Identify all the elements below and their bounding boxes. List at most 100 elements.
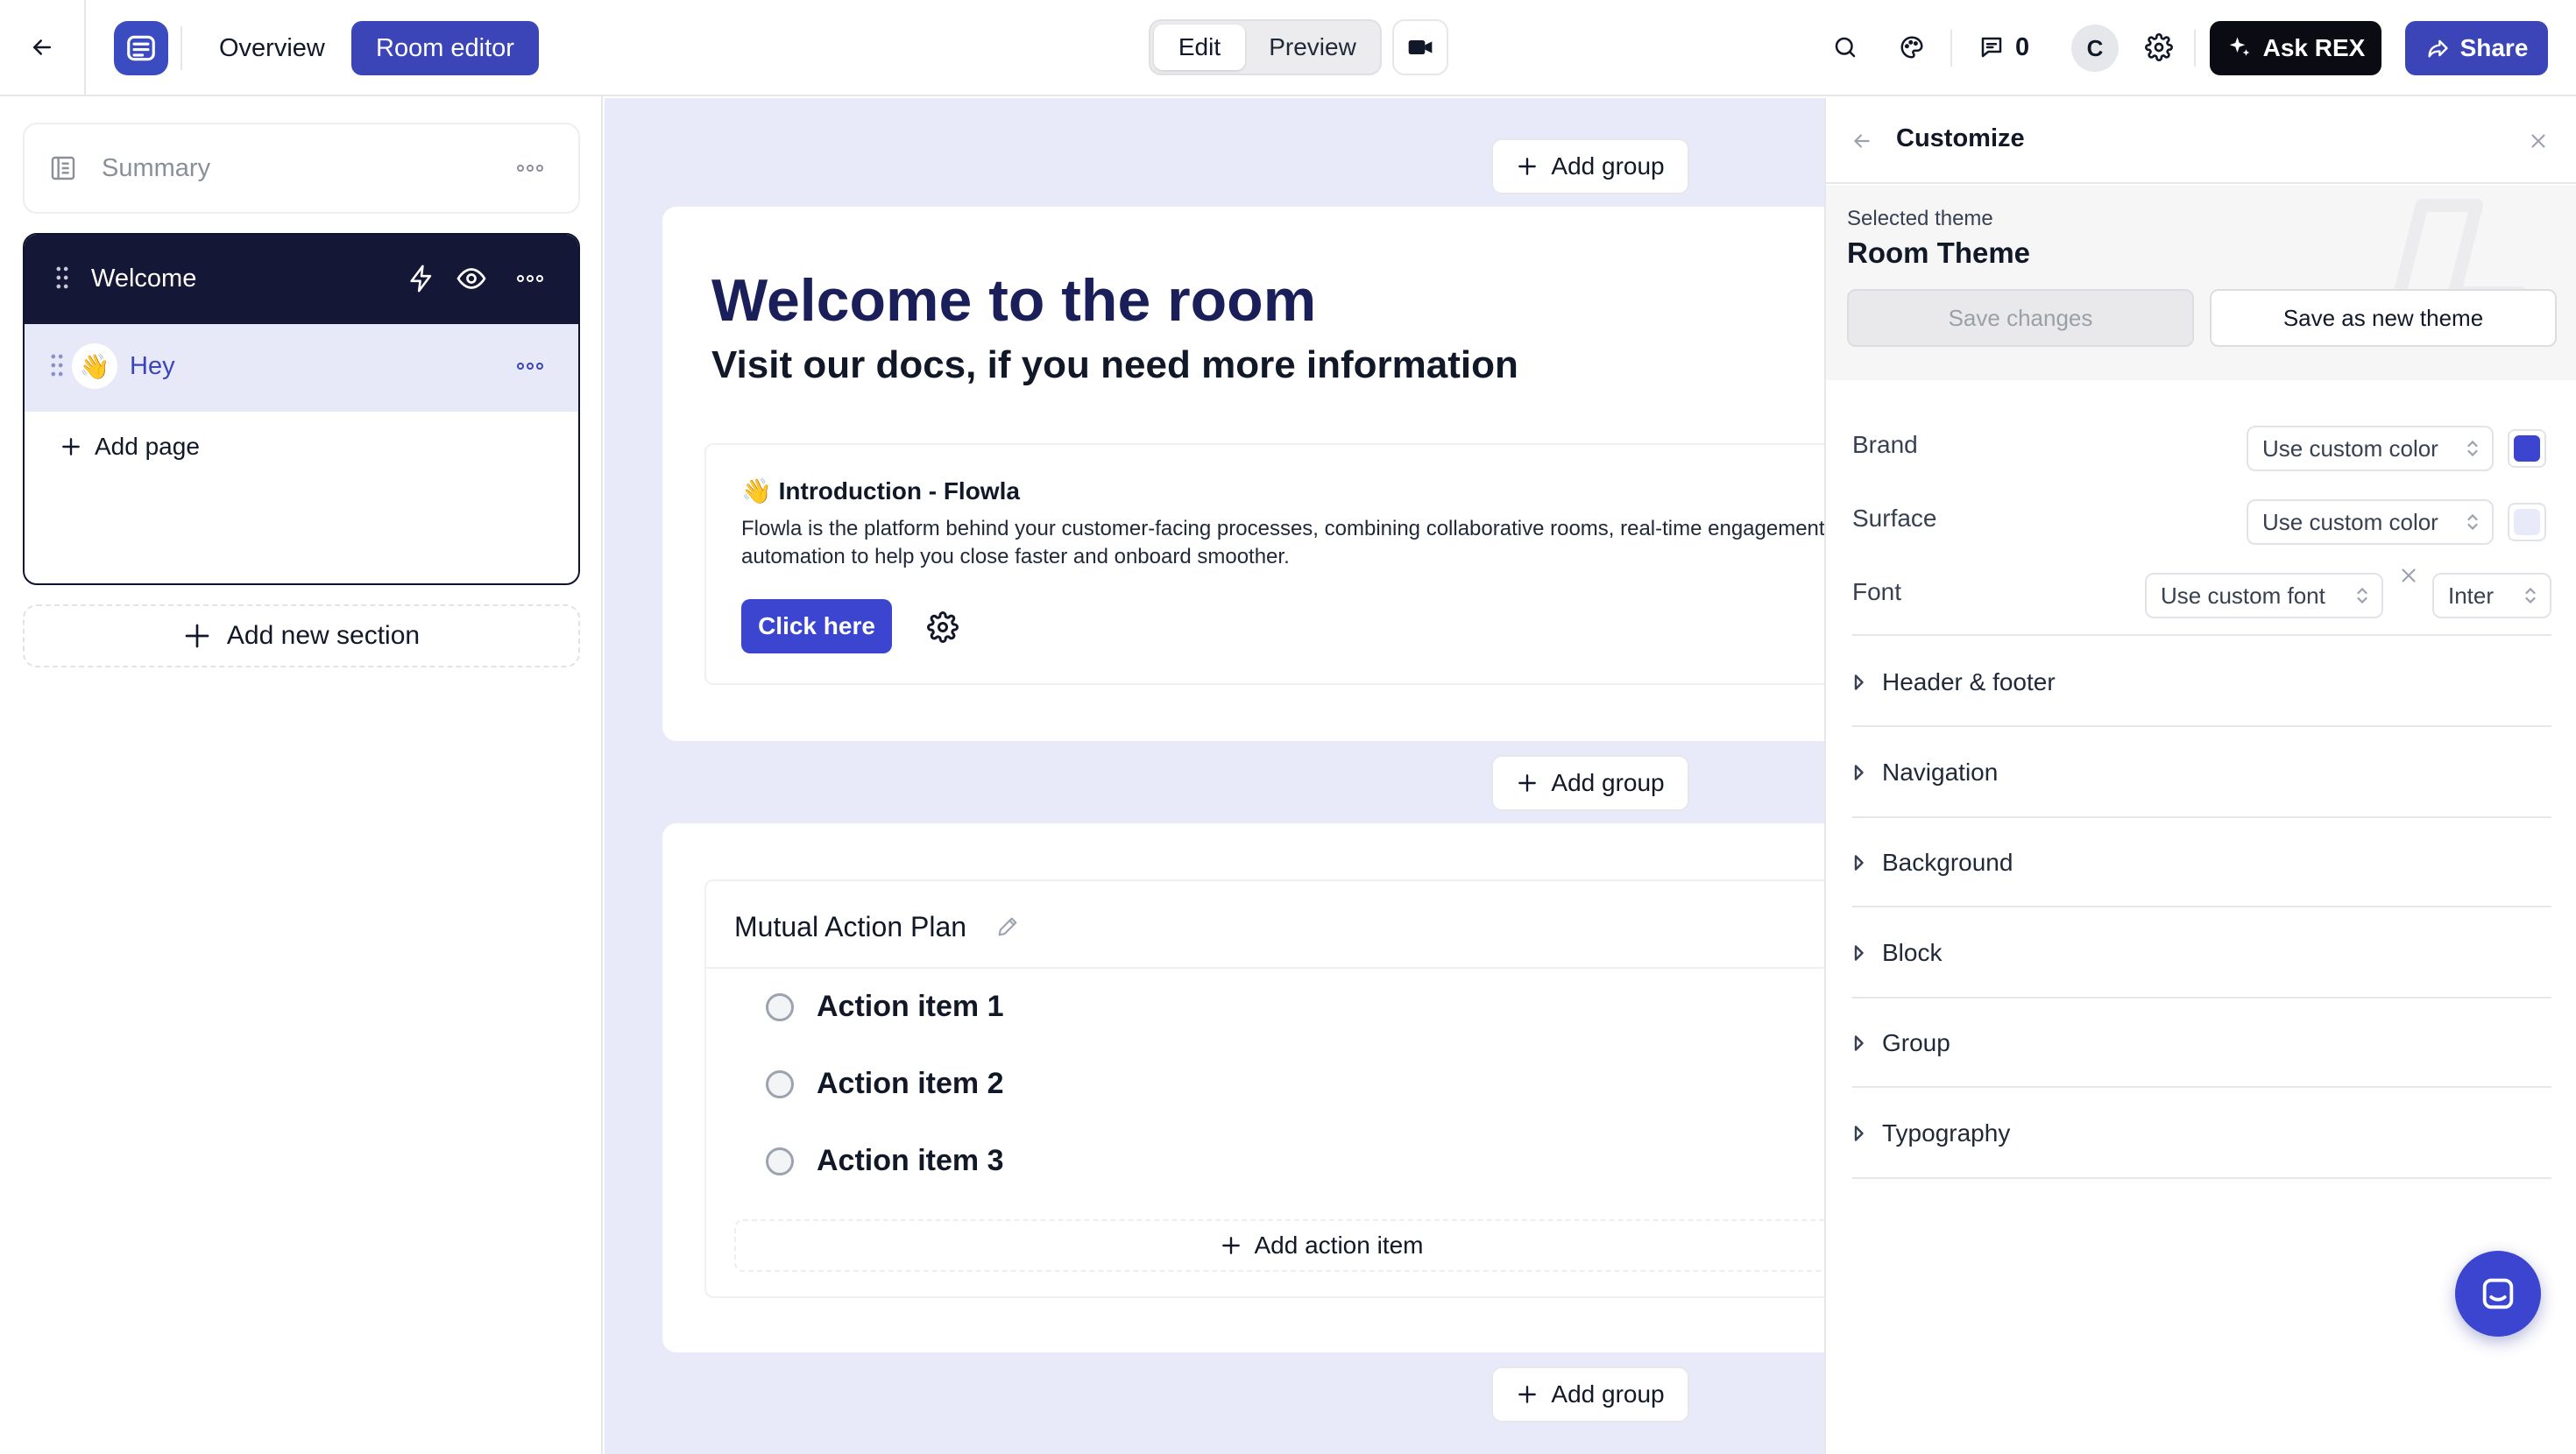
close-icon[interactable]: [2527, 130, 2550, 152]
tab-room-editor[interactable]: Room editor: [351, 21, 539, 75]
tab-overview[interactable]: Overview: [195, 21, 350, 75]
caret-right-icon: [1854, 765, 1864, 780]
eye-icon[interactable]: [454, 263, 489, 294]
save-as-new-theme-button[interactable]: Save as new theme: [2210, 289, 2557, 347]
intro-block[interactable]: 👋 Introduction - Flowla Flowla is the pl…: [704, 443, 1824, 685]
search-button[interactable]: [1821, 23, 1870, 72]
add-group-button[interactable]: Add group: [1491, 138, 1689, 194]
user-avatar[interactable]: C: [2071, 25, 2119, 72]
brand-color-select[interactable]: Use custom color: [2247, 426, 2494, 471]
action-item-checkbox[interactable]: [766, 1069, 794, 1098]
action-plan-title[interactable]: Mutual Action Plan: [734, 911, 966, 943]
add-page-button[interactable]: Add page: [60, 433, 200, 461]
arrow-left-icon: [33, 39, 51, 55]
action-item-checkbox[interactable]: [766, 1147, 794, 1175]
top-bar: Overview Room editor Edit Preview 0 C As…: [0, 0, 2576, 96]
action-item[interactable]: Action item 3: [766, 1144, 1003, 1178]
section-header[interactable]: Welcome: [25, 235, 578, 324]
summary-item[interactable]: Summary: [23, 123, 580, 214]
accordion-label: Header & footer: [1882, 668, 2056, 695]
plus-icon: [185, 624, 209, 648]
back-button[interactable]: [16, 19, 68, 75]
search-icon: [1835, 37, 1856, 58]
divider: [1852, 634, 2551, 636]
surface-mode-value: Use custom color: [2262, 508, 2438, 535]
font-mode-select[interactable]: Use custom font: [2145, 573, 2383, 618]
pencil-icon[interactable]: [995, 914, 1020, 939]
welcome-title[interactable]: Welcome to the room: [711, 266, 1316, 335]
surface-color-swatch[interactable]: [2508, 503, 2546, 541]
share-label: Share: [2459, 34, 2529, 61]
accordion-header-footer[interactable]: Header & footer: [1852, 659, 2551, 706]
accordion-group[interactable]: Group: [1852, 1020, 2551, 1067]
add-group-button[interactable]: Add group: [1491, 755, 1689, 811]
accordion-navigation[interactable]: Navigation: [1852, 749, 2551, 796]
action-item[interactable]: Action item 2: [766, 1067, 1003, 1101]
brand-mode-value: Use custom color: [2262, 434, 2438, 462]
video-button[interactable]: [1392, 19, 1448, 75]
sections-sidebar: Summary Welcome 👋 Hey Add page Add new s…: [0, 96, 603, 1454]
comments-button[interactable]: 0: [1978, 23, 2029, 72]
share-icon: [2428, 39, 2448, 58]
edit-mode-button[interactable]: Edit: [1154, 25, 1245, 70]
arrow-left-icon[interactable]: [1851, 130, 1873, 152]
caret-right-icon: [1854, 945, 1864, 961]
accordion-label: Typography: [1882, 1119, 2011, 1147]
page-emoji: 👋: [72, 343, 117, 389]
gear-icon[interactable]: [927, 611, 959, 643]
action-item-label: Action item 3: [817, 1144, 1004, 1177]
action-item-label: Action item 2: [817, 1067, 1004, 1100]
divider: [1852, 725, 2551, 727]
intro-title: 👋 Introduction - Flowla: [741, 477, 1020, 505]
add-group-label: Add group: [1551, 1380, 1665, 1408]
preview-mode-button[interactable]: Preview: [1249, 25, 1376, 70]
more-options-icon[interactable]: [517, 275, 543, 282]
action-item[interactable]: Action item 1: [766, 990, 1003, 1024]
ask-rex-button[interactable]: Ask REX: [2210, 21, 2381, 75]
document-icon: [51, 156, 75, 180]
font-mode-value: Use custom font: [2161, 582, 2325, 609]
divider: [1852, 997, 2551, 999]
settings-button[interactable]: [2134, 23, 2183, 72]
intro-text: Flowla is the platform behind your custo…: [741, 517, 1824, 568]
add-new-section-button[interactable]: Add new section: [23, 604, 580, 667]
action-item-label: Action item 1: [817, 990, 1004, 1023]
action-item-checkbox[interactable]: [766, 992, 794, 1021]
welcome-subtitle[interactable]: Visit our docs, if you need more informa…: [711, 343, 1518, 387]
chevron-up-down-icon: [2357, 587, 2367, 604]
more-options-icon[interactable]: [517, 165, 543, 172]
share-button[interactable]: Share: [2405, 21, 2548, 75]
caret-right-icon: [1854, 674, 1864, 690]
divider: [1852, 816, 2551, 818]
theme-palette-button[interactable]: [1887, 23, 1936, 72]
divider: [1852, 906, 2551, 907]
app-logo[interactable]: [114, 21, 168, 75]
drag-handle-icon[interactable]: [49, 352, 65, 378]
divider: [1852, 1086, 2551, 1088]
surface-color-select[interactable]: Use custom color: [2247, 499, 2494, 545]
logo-icon: [127, 35, 155, 61]
surface-label: Surface: [1852, 505, 1937, 532]
panel-title: Customize: [1896, 124, 2025, 152]
selected-theme-box: Selected theme Room Theme Save changes S…: [1826, 186, 2576, 380]
drag-handle-icon[interactable]: [54, 265, 70, 291]
theme-name: Room Theme: [1847, 236, 2031, 269]
font-label: Font: [1852, 578, 1902, 605]
click-here-button[interactable]: Click here: [741, 599, 892, 653]
add-action-item-button[interactable]: Add action item: [734, 1219, 1824, 1272]
font-family-select[interactable]: Inter: [2432, 573, 2551, 618]
add-group-button[interactable]: Add group: [1491, 1366, 1689, 1422]
more-options-icon[interactable]: [517, 363, 543, 370]
page-item-hey[interactable]: 👋 Hey: [25, 324, 578, 412]
lightning-icon[interactable]: [407, 263, 436, 294]
accordion-background[interactable]: Background: [1852, 839, 2551, 886]
accordion-typography[interactable]: Typography: [1852, 1110, 2551, 1157]
save-changes-button[interactable]: Save changes: [1847, 289, 2194, 347]
accordion-block[interactable]: Block: [1852, 929, 2551, 977]
gear-icon: [2145, 33, 2173, 61]
caret-right-icon: [1854, 1035, 1864, 1051]
clear-icon[interactable]: [2397, 564, 2420, 587]
chat-support-button[interactable]: [2455, 1251, 2541, 1337]
brand-color-swatch[interactable]: [2508, 429, 2546, 468]
caret-right-icon: [1854, 1126, 1864, 1141]
